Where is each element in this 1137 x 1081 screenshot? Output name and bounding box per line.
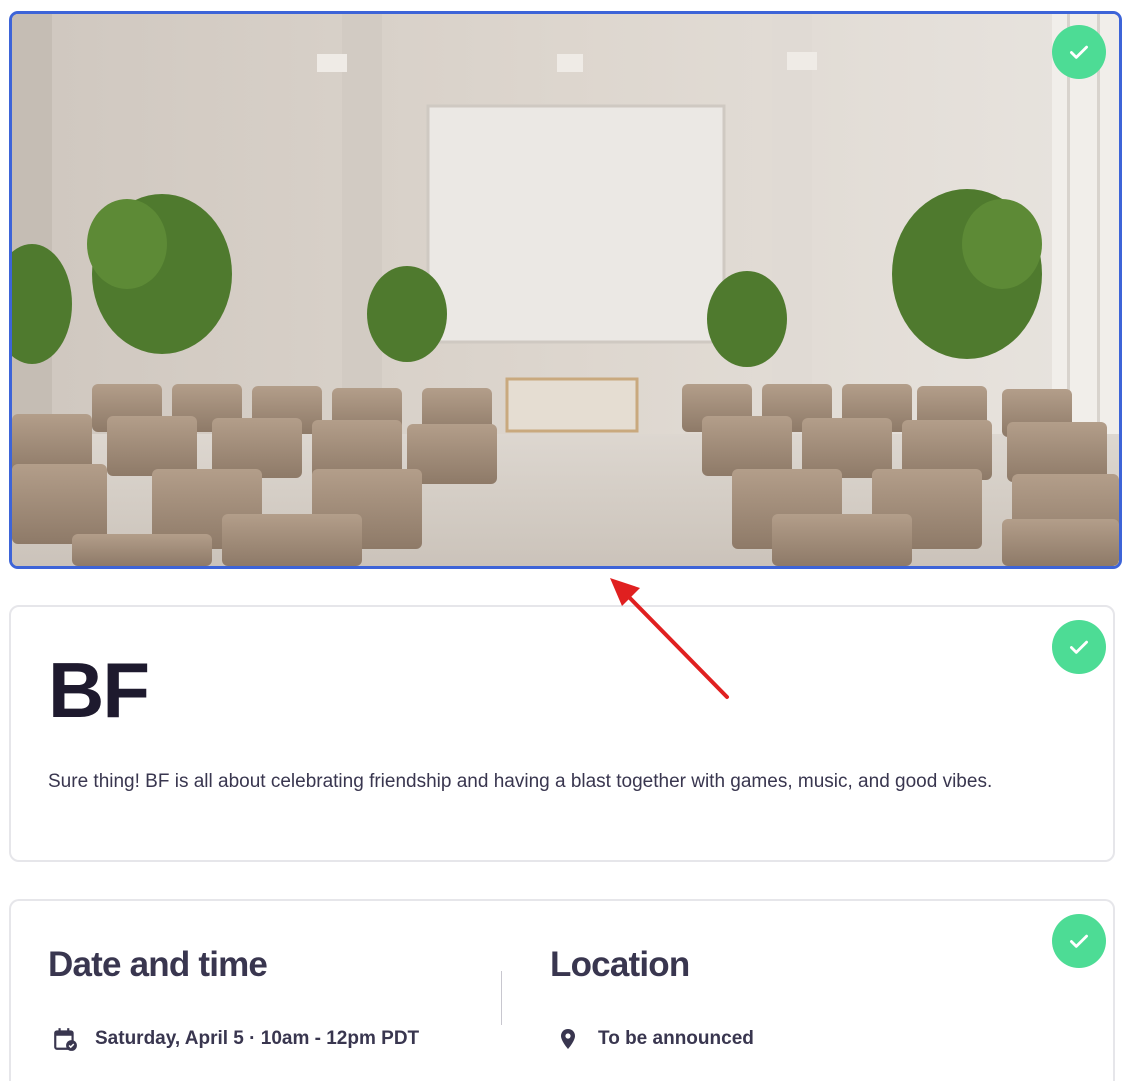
map-pin-icon bbox=[554, 1025, 582, 1053]
event-hero-image[interactable] bbox=[9, 11, 1122, 569]
date-location-card[interactable]: Date and time Location Saturday, April 5… bbox=[9, 899, 1115, 1081]
location-value: To be announced bbox=[598, 1028, 754, 1049]
location-row: To be announced bbox=[554, 1025, 754, 1053]
section-divider bbox=[501, 971, 502, 1025]
hero-status-badge bbox=[1052, 25, 1106, 79]
conference-room-image bbox=[12, 14, 1119, 566]
event-editor-page: BF Sure thing! BF is all about celebrati… bbox=[0, 0, 1137, 1081]
date-time-row: Saturday, April 5 · 10am - 12pm PDT bbox=[51, 1025, 419, 1053]
check-icon bbox=[1070, 640, 1088, 654]
event-overview-card[interactable]: BF Sure thing! BF is all about celebrati… bbox=[9, 605, 1115, 862]
calendar-check-icon bbox=[51, 1025, 79, 1053]
location-heading: Location bbox=[550, 945, 690, 984]
date-time-value: Saturday, April 5 · 10am - 12pm PDT bbox=[95, 1028, 420, 1049]
date-time-heading: Date and time bbox=[48, 945, 268, 984]
event-summary: Sure thing! BF is all about celebrating … bbox=[48, 771, 993, 792]
check-icon bbox=[1070, 934, 1088, 948]
event-title: BF bbox=[48, 646, 150, 734]
check-icon bbox=[1070, 45, 1088, 59]
details-status-badge bbox=[1052, 914, 1106, 968]
overview-status-badge bbox=[1052, 620, 1106, 674]
